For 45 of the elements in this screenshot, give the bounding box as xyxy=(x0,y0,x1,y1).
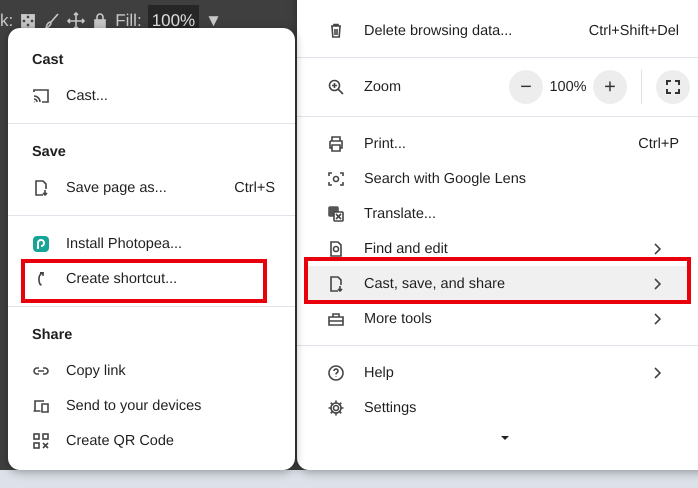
menu-item[interactable]: Find and edit xyxy=(305,231,690,266)
menu-item[interactable]: Search with Google Lens xyxy=(305,161,690,196)
qr-code-icon xyxy=(32,432,50,450)
menu-item[interactable]: Install Photopea... xyxy=(8,226,295,261)
find-document-icon xyxy=(327,240,345,258)
section-heading: Save xyxy=(31,143,67,162)
zoom-in-icon xyxy=(327,78,345,96)
save-document-icon xyxy=(327,274,345,292)
menu-item[interactable]: Send to your devices xyxy=(8,388,295,423)
toolbar-label: k: xyxy=(0,11,14,31)
menu-item[interactable]: Create shortcut... xyxy=(8,261,295,296)
menu-item[interactable]: Translate... xyxy=(305,196,690,231)
menu-item[interactable]: Cast, save, and share xyxy=(305,266,690,301)
menu-item[interactable]: Help xyxy=(305,355,690,390)
move-icon xyxy=(67,12,86,30)
printer-icon xyxy=(327,134,345,152)
settings-icon xyxy=(327,398,345,416)
brush-icon xyxy=(43,12,62,30)
help-icon xyxy=(327,364,345,382)
menu-item[interactable]: Print... Ctrl+P xyxy=(305,126,690,161)
section-heading: Share xyxy=(31,326,74,345)
zoom-in-button[interactable]: + xyxy=(593,70,627,104)
zoom-out-button[interactable]: − xyxy=(509,70,543,104)
fullscreen-button[interactable] xyxy=(656,70,690,104)
fill-label: Fill: xyxy=(115,11,142,31)
fullscreen-icon xyxy=(665,79,681,95)
menu-item[interactable]: Create QR Code xyxy=(8,423,295,458)
menu-item[interactable]: Cast... xyxy=(8,78,295,113)
save-document-icon xyxy=(32,178,50,196)
menu-item[interactable]: Settings xyxy=(305,390,690,425)
dropdown-arrow[interactable]: ▼ xyxy=(205,11,222,31)
zoom-level: 100% xyxy=(548,79,588,95)
curved-arrow-icon xyxy=(37,272,45,286)
caret-down-icon[interactable] xyxy=(501,436,509,440)
menu-item[interactable]: Save page as... Ctrl+S xyxy=(8,170,295,205)
lens-icon xyxy=(327,170,345,188)
checkerboard-icon xyxy=(19,12,38,30)
translate-icon xyxy=(327,204,345,222)
app-logo-icon xyxy=(32,234,50,252)
menu-item[interactable]: Delete browsing data... Ctrl+Shift+Del xyxy=(305,13,690,48)
cast-icon xyxy=(32,86,50,104)
menu-item[interactable]: Copy link xyxy=(8,353,295,388)
menu-item-label: Zoom xyxy=(364,79,402,95)
menu-item[interactable]: More tools xyxy=(305,301,690,336)
section-heading: Cast xyxy=(31,51,64,70)
